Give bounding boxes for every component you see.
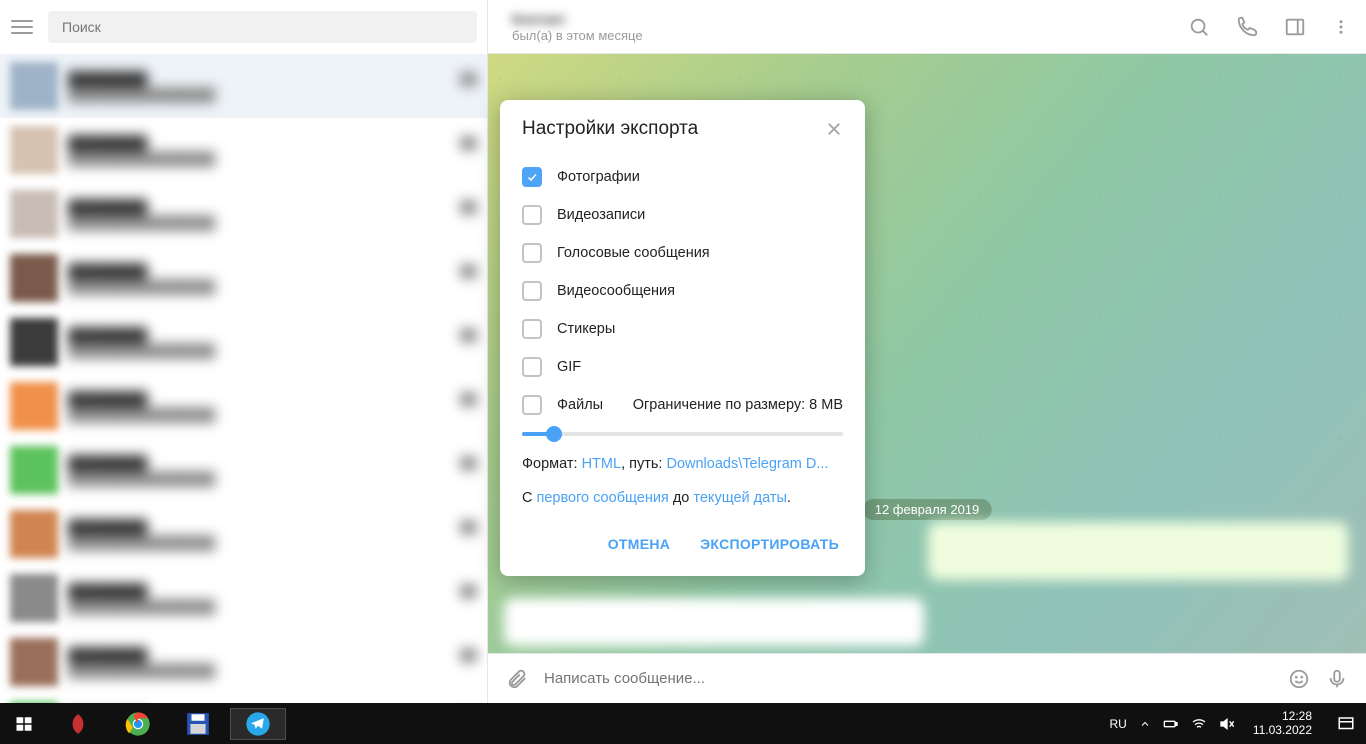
chat-list-item[interactable]: ██████████████████████████ (0, 502, 487, 566)
option-label: Фотографии (557, 169, 640, 185)
checkbox[interactable] (522, 395, 542, 415)
chat-list-item[interactable]: ██████████████████████████ (0, 694, 487, 703)
export-button[interactable]: ЭКСПОРТИРОВАТЬ (688, 528, 851, 560)
clock[interactable]: 12:28 11.03.2022 (1247, 710, 1318, 736)
checkbox[interactable] (522, 281, 542, 301)
call-icon[interactable] (1236, 16, 1258, 38)
chat-list-item[interactable]: ██████████████████████████ (0, 182, 487, 246)
taskbar: RU 12:28 11.03.2022 (0, 703, 1366, 744)
message-composer (488, 653, 1366, 703)
chat-list-item[interactable]: ██████████████████████████ (0, 630, 487, 694)
chat-status: был(а) в этом месяце (512, 28, 1188, 43)
modal-title: Настройки экспорта (522, 118, 698, 140)
to-link[interactable]: текущей даты (693, 490, 787, 506)
checkbox[interactable] (522, 357, 542, 377)
checkbox[interactable] (522, 243, 542, 263)
search-input[interactable] (48, 11, 477, 43)
start-button[interactable] (0, 703, 48, 744)
menu-icon[interactable] (10, 15, 34, 39)
size-limit-label: Ограничение по размеру: 8 MB (633, 397, 843, 413)
chat-header: Контакт был(а) в этом месяце (488, 0, 1366, 54)
export-option[interactable]: Видеосообщения (500, 272, 865, 310)
search-bar (0, 0, 487, 54)
chat-list: ████████████████████████████████████████… (0, 54, 487, 703)
from-link[interactable]: первого сообщения (537, 490, 669, 506)
message-bubble[interactable] (928, 522, 1348, 580)
export-option[interactable]: Видеозаписи (500, 196, 865, 234)
export-option[interactable]: GIF (500, 348, 865, 386)
taskbar-app-1[interactable] (50, 708, 106, 740)
export-option[interactable]: Стикеры (500, 310, 865, 348)
sidepanel-icon[interactable] (1284, 16, 1306, 38)
chat-title[interactable]: Контакт (512, 11, 572, 27)
checkbox[interactable] (522, 319, 542, 339)
more-icon[interactable] (1332, 16, 1350, 38)
attach-icon[interactable] (506, 668, 528, 690)
export-option[interactable]: Фотографии (500, 158, 865, 196)
battery-icon[interactable] (1163, 716, 1179, 732)
message-input[interactable] (544, 670, 1272, 687)
path-link[interactable]: Downloads\Telegram D... (666, 456, 828, 472)
mic-icon[interactable] (1326, 668, 1348, 690)
taskbar-app-chrome[interactable] (110, 708, 166, 740)
format-line: Формат: HTML, путь: Downloads\Telegram D… (500, 448, 865, 482)
chat-list-item[interactable]: ██████████████████████████ (0, 246, 487, 310)
volume-icon[interactable] (1219, 716, 1235, 732)
range-line: С первого сообщения до текущей даты. (500, 482, 865, 516)
cancel-button[interactable]: ОТМЕНА (596, 528, 682, 560)
option-label: Стикеры (557, 321, 615, 337)
notifications-icon[interactable] (1330, 708, 1362, 740)
checkbox[interactable] (522, 167, 542, 187)
export-option[interactable]: Голосовые сообщения (500, 234, 865, 272)
export-option[interactable]: Файлы Ограничение по размеру: 8 MB (500, 386, 865, 424)
wifi-icon[interactable] (1191, 716, 1207, 732)
option-label: Видеосообщения (557, 283, 675, 299)
tray-chevron-icon[interactable] (1139, 718, 1151, 730)
chat-list-item[interactable]: ██████████████████████████ (0, 118, 487, 182)
taskbar-app-save[interactable] (170, 708, 226, 740)
size-slider[interactable] (500, 424, 865, 448)
chat-list-item[interactable]: ██████████████████████████ (0, 566, 487, 630)
search-icon[interactable] (1188, 16, 1210, 38)
chat-list-item[interactable]: ██████████████████████████ (0, 438, 487, 502)
emoji-icon[interactable] (1288, 668, 1310, 690)
format-link[interactable]: HTML (582, 456, 621, 472)
option-label: Видеозаписи (557, 207, 645, 223)
chat-list-item[interactable]: ██████████████████████████ (0, 310, 487, 374)
close-icon[interactable] (825, 120, 843, 138)
taskbar-app-telegram[interactable] (230, 708, 286, 740)
option-label: Голосовые сообщения (557, 245, 710, 261)
message-bubble[interactable] (504, 598, 924, 646)
lang-indicator[interactable]: RU (1109, 717, 1126, 731)
checkbox[interactable] (522, 205, 542, 225)
option-label: Файлы (557, 397, 603, 413)
export-settings-modal: Настройки экспорта Фотографии Видеозаписи… (500, 100, 865, 576)
chat-list-item[interactable]: ██████████████████████████ (0, 374, 487, 438)
chat-sidebar: ████████████████████████████████████████… (0, 0, 488, 703)
option-label: GIF (557, 359, 581, 375)
chat-list-item[interactable]: ██████████████████████████ (0, 54, 487, 118)
date-badge: 12 февраля 2019 (863, 499, 992, 520)
